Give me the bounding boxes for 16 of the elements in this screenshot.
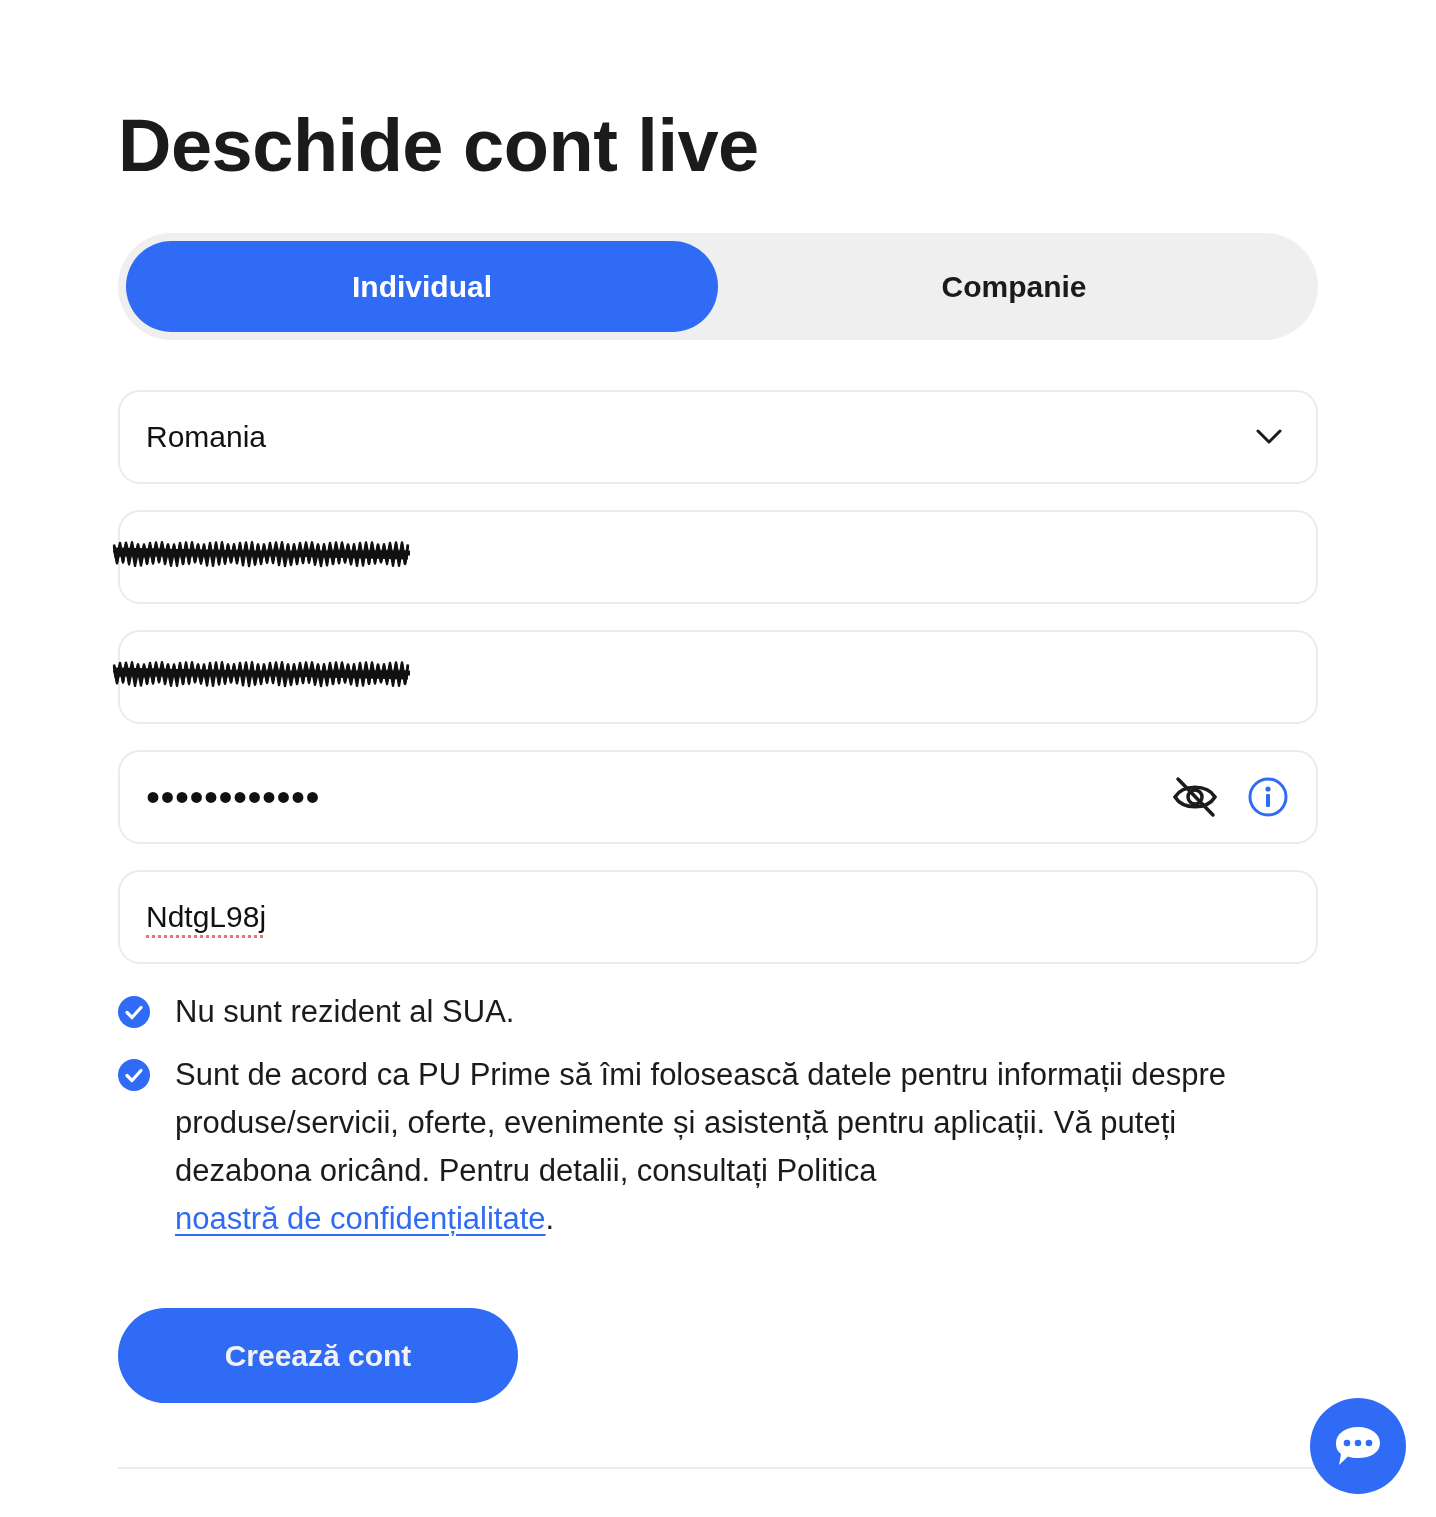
privacy-policy-link[interactable]: noastră de confidențialitate (175, 1201, 546, 1236)
info-icon[interactable] (1248, 777, 1288, 817)
password-field[interactable]: •••••••••••• (118, 750, 1318, 844)
checkbox-icon[interactable] (118, 1059, 150, 1091)
consent-text: Sunt de acord ca PU Prime să îmi folosească datele pentru informații despre produse/servicii, oferte, evenimente și asistență pentru aplicații. Vă puteți dezabona oricând. Pentru detalii, consultați Politica noastră de confidențialitate. (175, 1056, 1228, 1238)
text-field[interactable]: NdtgL98j (118, 870, 1318, 964)
country-select[interactable]: Romania (118, 390, 1318, 484)
account-type-tab[interactable]: Individual (126, 241, 718, 332)
agreement-text: Nu sunt rezident al SUA. (175, 993, 516, 1031)
checkbox-icon[interactable] (118, 996, 150, 1028)
chevron-down-icon (1256, 429, 1282, 445)
account-type-tab[interactable]: Companie (718, 241, 1310, 332)
page-title: Deschide cont live (118, 103, 760, 189)
eye-slash-icon[interactable] (1172, 776, 1218, 818)
create-account-button[interactable]: Creează cont (118, 1308, 518, 1403)
chat-bubble-icon (1334, 1425, 1382, 1467)
